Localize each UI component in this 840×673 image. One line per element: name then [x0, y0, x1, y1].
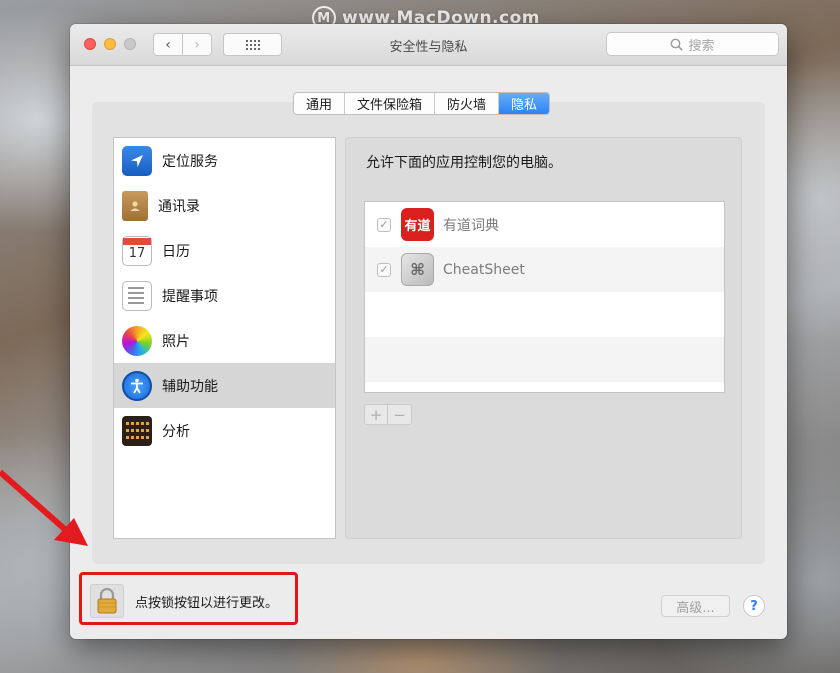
- cheatsheet-icon: ⌘: [401, 253, 434, 286]
- service-label: 定位服务: [162, 153, 218, 170]
- search-placeholder: 搜索: [688, 38, 715, 54]
- service-label: 照片: [162, 333, 190, 350]
- reminders-icon: [122, 280, 152, 311]
- titlebar: ‹ › 安全性与隐私 搜索: [70, 24, 787, 66]
- tab-privacy[interactable]: 隐私: [499, 93, 550, 114]
- contacts-book-icon: [122, 190, 148, 221]
- app-checkbox-youdao[interactable]: ✓: [377, 217, 391, 232]
- service-item-accessibility[interactable]: 辅助功能: [114, 363, 335, 408]
- system-preferences-window: ‹ › 安全性与隐私 搜索 通用 文件保险箱 防火墙 隐私 定位服务 通讯录 1…: [70, 24, 787, 639]
- photos-icon: [122, 325, 152, 356]
- app-list: ✓ 有道 有道词典 ✓ ⌘ CheatSheet: [364, 201, 725, 393]
- tab-firewall[interactable]: 防火墙: [435, 93, 500, 114]
- calendar-month: [123, 238, 151, 245]
- service-label: 辅助功能: [162, 378, 218, 395]
- checkmark-icon: ✓: [379, 218, 389, 231]
- tab-bar: 通用 文件保险箱 防火墙 隐私: [293, 92, 551, 115]
- service-label: 分析: [162, 423, 190, 440]
- service-item-calendar[interactable]: 17 日历: [114, 228, 335, 273]
- calendar-icon: 17: [122, 235, 152, 266]
- empty-row: [365, 337, 724, 382]
- app-checkbox-cheatsheet[interactable]: ✓: [377, 262, 391, 277]
- location-arrow-icon: [122, 145, 152, 176]
- calendar-day: 17: [128, 246, 146, 261]
- checkmark-icon: ✓: [379, 263, 389, 276]
- annotation-highlight-box: [79, 572, 298, 625]
- youdao-dict-icon: 有道: [401, 208, 434, 241]
- tab-general[interactable]: 通用: [294, 93, 346, 114]
- help-button[interactable]: ?: [743, 595, 765, 617]
- privacy-services-list: 定位服务 通讯录 17 日历 提醒事项 照片 辅助功能 分析: [113, 137, 336, 539]
- service-label: 提醒事项: [162, 288, 218, 305]
- app-name: CheatSheet: [443, 261, 525, 278]
- empty-row: [365, 292, 724, 337]
- service-item-contacts[interactable]: 通讯录: [114, 183, 335, 228]
- tab-filevault[interactable]: 文件保险箱: [345, 93, 436, 114]
- service-item-reminders[interactable]: 提醒事项: [114, 273, 335, 318]
- advanced-button[interactable]: 高级...: [661, 595, 730, 617]
- search-icon: [671, 38, 684, 51]
- service-item-location[interactable]: 定位服务: [114, 138, 335, 183]
- service-item-analytics[interactable]: 分析: [114, 408, 335, 453]
- add-app-button[interactable]: +: [364, 404, 388, 425]
- service-label: 通讯录: [158, 198, 200, 215]
- app-name: 有道词典: [443, 217, 499, 234]
- service-label: 日历: [162, 243, 190, 260]
- search-field[interactable]: 搜索: [606, 32, 779, 56]
- add-remove-controls: + −: [364, 404, 412, 425]
- app-row-youdao: ✓ 有道 有道词典: [365, 202, 724, 247]
- app-row-cheatsheet: ✓ ⌘ CheatSheet: [365, 247, 724, 292]
- analytics-icon: [122, 415, 152, 446]
- detail-pane: 允许下面的应用控制您的电脑。 ✓ 有道 有道词典 ✓ ⌘ CheatSheet …: [345, 137, 742, 539]
- detail-description: 允许下面的应用控制您的电脑。: [366, 155, 562, 171]
- remove-app-button[interactable]: −: [388, 404, 412, 425]
- service-item-photos[interactable]: 照片: [114, 318, 335, 363]
- annotation-arrow-icon: [0, 469, 88, 546]
- accessibility-icon: [122, 370, 152, 401]
